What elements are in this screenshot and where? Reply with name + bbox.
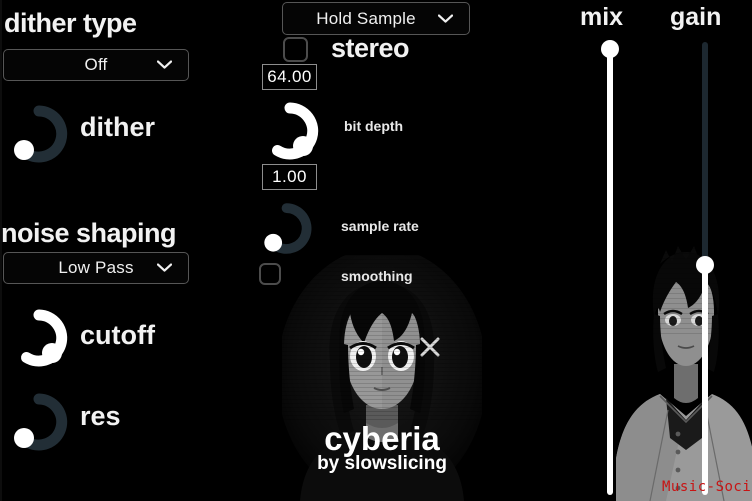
left-edge-strip: [0, 0, 2, 501]
noise-shaping-value: Low Pass: [58, 258, 134, 277]
gain-slider[interactable]: [696, 40, 714, 495]
noise-shaping-dropdown[interactable]: Low Pass: [3, 252, 189, 284]
stereo-checkbox[interactable]: [283, 37, 308, 62]
gain-slider-track-fill: [702, 265, 708, 495]
cutoff-knob[interactable]: [8, 307, 70, 369]
stereo-label: stereo: [331, 33, 410, 63]
sample-rate-knob[interactable]: [259, 201, 314, 256]
dither-type-title: dither type: [4, 8, 137, 38]
dither-knob[interactable]: [8, 103, 70, 165]
bit-depth-label: bit depth: [344, 118, 404, 134]
noise-shaping-title: noise shaping: [1, 218, 177, 248]
chevron-down-icon: [157, 263, 172, 272]
cutoff-knob-label: cutoff: [80, 320, 155, 350]
res-knob[interactable]: [8, 391, 70, 453]
gain-slider-handle[interactable]: [696, 256, 714, 274]
mix-slider-track-fill: [607, 47, 613, 495]
res-knob-label: res: [80, 401, 121, 431]
smoothing-label: smoothing: [341, 268, 413, 284]
sample-rate-value: 1.00: [272, 167, 307, 186]
chevron-down-icon: [157, 60, 172, 69]
bit-depth-value: 64.00: [267, 67, 312, 86]
mix-slider-handle[interactable]: [601, 40, 619, 58]
dither-type-value: Off: [84, 55, 108, 74]
artwork-right-character: [616, 238, 752, 501]
gain-slider-label: gain: [670, 3, 722, 31]
mix-slider[interactable]: [601, 40, 619, 495]
chevron-down-icon: [438, 13, 453, 23]
smoothing-checkbox[interactable]: [259, 263, 281, 285]
gain-slider-track-empty: [702, 42, 708, 265]
sample-rate-value-box[interactable]: 1.00: [262, 164, 317, 190]
plugin-window: dither type Off dither noise shaping Low…: [0, 0, 752, 501]
watermark-text: Music-Society: [662, 479, 752, 495]
bit-depth-value-box[interactable]: 64.00: [262, 64, 317, 90]
dither-type-dropdown[interactable]: Off: [3, 49, 189, 81]
sample-rate-label: sample rate: [341, 218, 419, 234]
mode-value: Hold Sample: [316, 8, 416, 28]
bit-depth-knob[interactable]: [259, 100, 321, 162]
mode-dropdown[interactable]: Hold Sample: [282, 2, 470, 35]
dither-knob-label: dither: [80, 112, 156, 142]
mix-slider-label: mix: [580, 3, 624, 31]
brand-subtitle: by slowslicing: [317, 453, 447, 474]
